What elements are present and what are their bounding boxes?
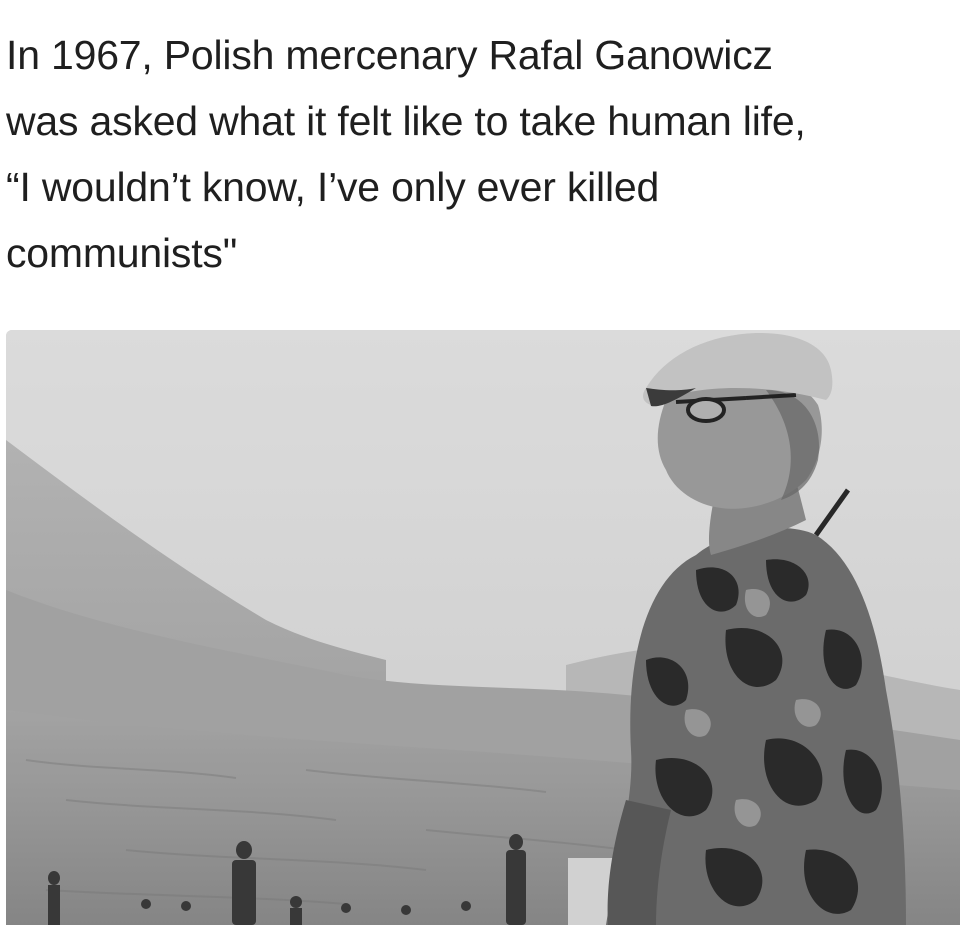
photo — [6, 330, 960, 925]
caption-line-1: In 1967, Polish mercenary Rafal Ganowicz — [6, 32, 773, 78]
caption-line-3: “I wouldn’t know, I’ve only ever killed — [6, 164, 660, 210]
caption-text: In 1967, Polish mercenary Rafal Ganowicz… — [6, 22, 956, 286]
meme-post: In 1967, Polish mercenary Rafal Ganowicz… — [0, 0, 960, 925]
caption-line-2: was asked what it felt like to take huma… — [6, 98, 806, 144]
caption-line-4: communists" — [6, 230, 238, 276]
photo-illustration — [6, 330, 960, 925]
